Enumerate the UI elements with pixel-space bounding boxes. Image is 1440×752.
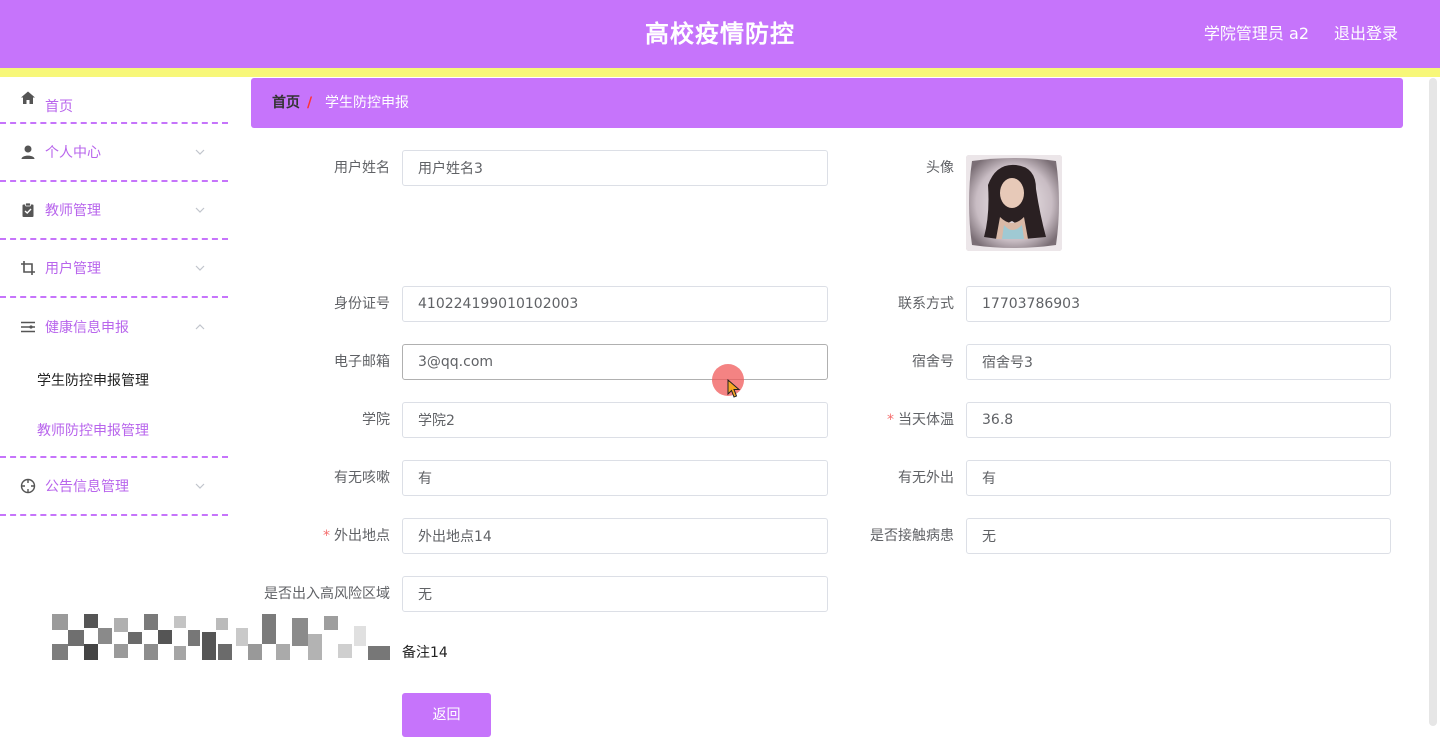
sidebar-item-users[interactable]: 用户管理 <box>0 240 228 298</box>
username-field[interactable] <box>402 150 828 186</box>
logout-link[interactable]: 退出登录 <box>1334 0 1398 68</box>
sidebar-item-label: 个人中心 <box>45 145 101 161</box>
health-report-submenu: 学生防控申报管理 教师防控申报管理 <box>0 356 228 458</box>
college-field[interactable] <box>402 402 828 438</box>
header-divider <box>0 68 1440 77</box>
sidebar-item-label: 公告信息管理 <box>45 479 129 495</box>
chevron-down-icon <box>195 483 205 489</box>
phone-field[interactable] <box>966 286 1391 322</box>
sidebar-item-home[interactable]: 首页 <box>0 77 228 124</box>
mouse-pointer-icon <box>727 379 741 398</box>
sidebar-item-label: 教师管理 <box>45 203 101 219</box>
college-label: 学院 <box>362 412 390 428</box>
out-place-label: * 外出地点 <box>323 528 390 544</box>
breadcrumb-home[interactable]: 首页 <box>272 78 300 128</box>
id-number-label: 身份证号 <box>334 296 390 312</box>
sidebar-item-teachers[interactable]: 教师管理 <box>0 182 228 240</box>
breadcrumb-separator: / <box>307 95 313 111</box>
email-field[interactable] <box>402 344 828 380</box>
remark-text: 备注14 <box>402 645 448 661</box>
sidebar-item-profile[interactable]: 个人中心 <box>0 124 228 182</box>
sidebar-item-announcements[interactable]: 公告信息管理 <box>0 458 228 516</box>
avatar-label: 头像 <box>926 160 954 176</box>
email-label: 电子邮箱 <box>334 354 390 370</box>
user-icon <box>19 143 37 161</box>
submenu-item-student-report[interactable]: 学生防控申报管理 <box>0 356 228 406</box>
cough-field[interactable] <box>402 460 828 496</box>
required-mark: * <box>887 412 894 428</box>
high-risk-label: 是否出入高风险区域 <box>264 586 390 602</box>
chevron-down-icon <box>195 265 205 271</box>
temperature-label: * 当天体温 <box>887 412 954 428</box>
went-out-label: 有无外出 <box>898 470 954 486</box>
id-number-field[interactable] <box>402 286 828 322</box>
clipboard-icon <box>19 201 37 219</box>
target-icon <box>19 477 37 495</box>
dorm-field[interactable] <box>966 344 1391 380</box>
crop-icon <box>19 259 37 277</box>
redacted-label <box>52 614 390 660</box>
list-icon <box>19 318 37 336</box>
chevron-down-icon <box>195 149 205 155</box>
submenu-item-teacher-report[interactable]: 教师防控申报管理 <box>0 406 228 456</box>
back-button[interactable]: 返回 <box>402 693 491 737</box>
username-label: 用户姓名 <box>334 160 390 176</box>
phone-label: 联系方式 <box>898 296 954 312</box>
contact-patient-label: 是否接触病患 <box>870 528 954 544</box>
breadcrumb: 首页 / 学生防控申报 <box>251 78 1403 128</box>
home-icon <box>19 89 37 107</box>
avatar-image[interactable] <box>966 155 1062 251</box>
top-header: 高校疫情防控 学院管理员 a2 退出登录 <box>0 0 1440 68</box>
went-out-field[interactable] <box>966 460 1391 496</box>
required-mark: * <box>323 528 330 544</box>
sidebar-item-health-report[interactable]: 健康信息申报 <box>0 298 228 356</box>
out-place-field[interactable] <box>402 518 828 554</box>
breadcrumb-current: 学生防控申报 <box>325 95 409 111</box>
high-risk-field[interactable] <box>402 576 828 612</box>
sidebar-item-label: 健康信息申报 <box>45 320 129 336</box>
scrollbar[interactable] <box>1429 78 1437 726</box>
sidebar-item-label: 首页 <box>45 99 73 115</box>
chevron-up-icon <box>195 324 205 330</box>
temperature-field[interactable] <box>966 402 1391 438</box>
sidebar-item-label: 用户管理 <box>45 261 101 277</box>
current-user-label: 学院管理员 a2 <box>1203 24 1309 43</box>
dorm-label: 宿舍号 <box>912 354 954 370</box>
contact-patient-field[interactable] <box>966 518 1391 554</box>
cough-label: 有无咳嗽 <box>334 470 390 486</box>
chevron-down-icon <box>195 207 205 213</box>
